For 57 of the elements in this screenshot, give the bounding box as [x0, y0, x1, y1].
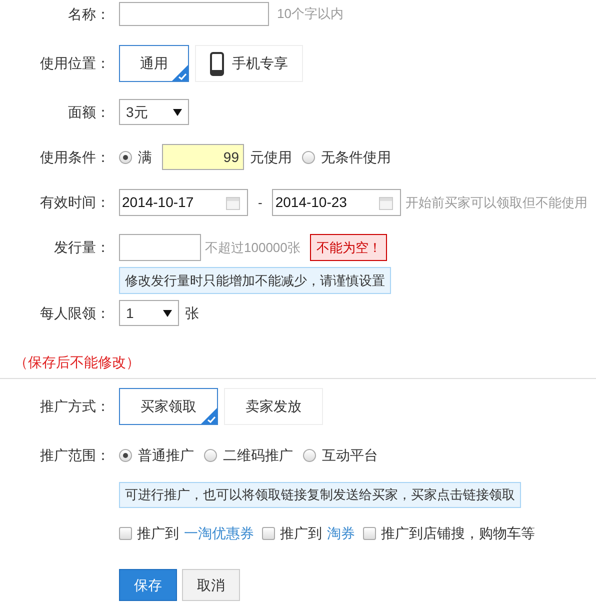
field-label: 使用位置：: [40, 55, 110, 71]
separator-text: -: [258, 194, 262, 212]
field-label: 推广方式：: [40, 398, 110, 414]
radio-button[interactable]: [119, 448, 132, 462]
option-button[interactable]: 卖家发放: [224, 388, 323, 425]
radio-button[interactable]: [204, 448, 217, 462]
caret-icon: [173, 108, 182, 116]
calendar-icon: [226, 196, 240, 210]
field-label: 发行量：: [54, 239, 110, 255]
save-button[interactable]: 保存: [119, 569, 177, 601]
checkbox[interactable]: [363, 526, 376, 540]
quantity-field[interactable]: [119, 234, 201, 261]
option-label: 互动平台: [322, 446, 378, 464]
option-button[interactable]: 买家领取: [119, 388, 218, 425]
amount-select[interactable]: 3元: [119, 99, 189, 125]
checkbox-label: 推广到: [137, 524, 179, 542]
error-message: 不能为空！: [310, 234, 388, 261]
field-label: 有效时间：: [40, 194, 110, 210]
hint-text: 10个字以内: [277, 5, 344, 24]
option-label: 普通推广: [138, 446, 194, 464]
checkbox-label: 推广到店铺搜，购物车等: [381, 524, 535, 542]
checkbox[interactable]: [262, 526, 275, 540]
date-field[interactable]: 2014-10-17: [119, 189, 248, 216]
option-label: 满: [138, 148, 152, 166]
caret-icon: [163, 310, 172, 316]
hint-text: 开始前买家可以领取但不能使用: [405, 194, 588, 212]
phone-icon: [210, 52, 224, 76]
option-label: 元使用: [250, 148, 292, 166]
option-label: 二维码推广: [223, 446, 293, 464]
option-button[interactable]: 通用: [119, 45, 189, 82]
field-label: 使用条件：: [40, 148, 110, 164]
link[interactable]: 淘券: [327, 522, 355, 544]
hint-text: 不超过100000张: [205, 238, 300, 257]
info-note: 修改发行量时只能增加不能减少，请谨慎设置: [119, 267, 391, 294]
field-label: 推广范围：: [40, 446, 110, 462]
option-label: 无条件使用: [321, 148, 391, 166]
name-field[interactable]: [119, 2, 269, 26]
field-label: 每人限领：: [40, 304, 110, 320]
unit-text: 张: [185, 304, 199, 322]
option-button[interactable]: 手机专享: [195, 45, 303, 82]
limit-select[interactable]: 1: [119, 300, 179, 326]
field-label: 面额：: [68, 104, 110, 120]
warning-text: （保存后不能修改）: [14, 354, 140, 370]
amount-field[interactable]: 99: [162, 144, 244, 170]
checkbox[interactable]: [119, 526, 132, 540]
check-icon: [201, 408, 217, 424]
radio-button[interactable]: [119, 150, 132, 164]
info-note: 可进行推广，也可以将领取链接复制发送给买家，买家点击链接领取: [119, 482, 521, 508]
check-icon: [172, 65, 188, 81]
radio-button[interactable]: [303, 448, 316, 462]
link[interactable]: 一淘优惠券: [184, 522, 254, 544]
checkbox-label: 推广到: [280, 524, 322, 542]
cancel-button[interactable]: 取消: [182, 569, 240, 601]
calendar-icon: [379, 196, 394, 210]
date-field[interactable]: 2014-10-23: [272, 189, 402, 216]
field-label: 名称：: [68, 6, 110, 22]
radio-button[interactable]: [302, 150, 315, 164]
